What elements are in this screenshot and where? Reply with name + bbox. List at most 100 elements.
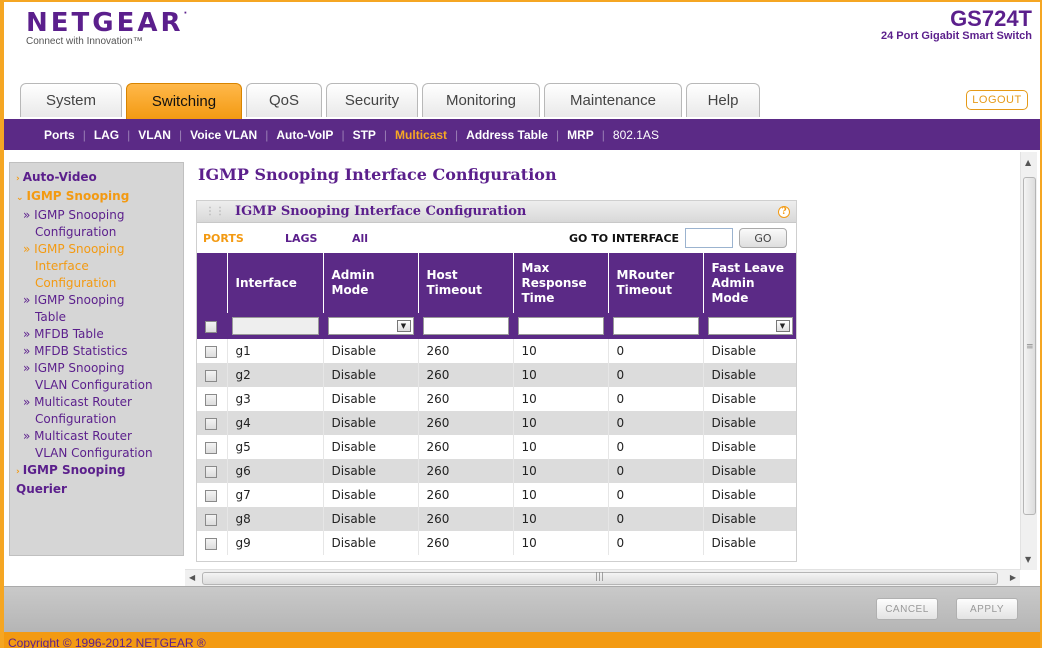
cell-fast-leave: Disable [703,483,796,507]
row-checkbox[interactable] [205,417,217,430]
chevron-down-icon: ▼ [396,320,411,332]
max-response-time-input[interactable] [517,317,604,335]
mrouter-timeout-input[interactable] [612,317,699,335]
fast-leave-admin-mode-column-header[interactable]: Fast Leave Admin Mode [703,253,796,313]
cell-mrouter-timeout: 0 [608,531,704,555]
cell-fast-leave: Disable [703,507,796,531]
admin-mode-select[interactable]: ▼ [327,317,414,335]
scroll-right-icon[interactable]: ▶ [1010,573,1016,582]
max-response-time-column-header[interactable]: Max Response Time [513,253,609,313]
host-timeout-input[interactable] [422,317,509,335]
host-timeout-column-header[interactable]: Host Timeout [418,253,514,313]
tab-qos[interactable]: QoS [246,83,322,117]
table-row[interactable]: g4 Disable 260 10 0 Disable [197,411,796,435]
tab-help[interactable]: Help [686,83,760,117]
table-row[interactable]: g3 Disable 260 10 0 Disable [197,387,796,411]
logout-button[interactable]: LOGOUT [966,90,1028,110]
cell-interface: g2 [227,363,324,387]
subnav-802-1as[interactable]: 802.1AS [613,128,659,142]
cell-mrouter-timeout: 0 [608,363,704,387]
sidebar-item-igmp-snooping-vlan-configuration[interactable]: » IGMP Snooping VLAN Configuration [16,360,183,394]
sidebar-item-mfdb-table[interactable]: » MFDB Table [16,326,183,343]
cancel-button[interactable]: CANCEL [876,598,938,620]
filter-lags-link[interactable]: LAGS [285,232,317,245]
fast-leave-admin-mode-select[interactable]: ▼ [707,317,793,335]
sidebar-item-igmp-snooping-table[interactable]: » IGMP Snooping Table [16,292,183,326]
cell-interface: g4 [227,411,324,435]
row-checkbox[interactable] [205,513,217,526]
table-row[interactable]: g9 Disable 260 10 0 Disable [197,531,796,555]
sidebar-item-igmp-snooping-interface-configuration[interactable]: » IGMP Snooping Interface Configuration [16,241,183,292]
admin-mode-column-header[interactable]: Admin Mode [323,253,419,313]
table-row[interactable]: g8 Disable 260 10 0 Disable [197,507,796,531]
goto-interface-input[interactable] [685,228,733,248]
row-checkbox[interactable] [205,345,217,358]
scroll-grip-icon: ≡ [1026,342,1034,352]
cell-host-timeout: 260 [418,507,514,531]
sidebar-item-igmp-snooping-querier[interactable]: › IGMP Snooping Querier [16,462,183,498]
tab-security[interactable]: Security [326,83,418,117]
filter-all-link[interactable]: All [352,232,368,245]
cell-max-response-time: 10 [513,483,609,507]
cell-max-response-time: 10 [513,435,609,459]
vertical-scrollbar[interactable]: ▲ ≡ ▼ [1020,152,1037,570]
subnav-vlan[interactable]: VLAN [138,128,171,142]
sidebar-item-multicast-router-configuration[interactable]: » Multicast Router Configuration [16,394,183,428]
tab-system[interactable]: System [20,83,122,117]
mrouter-timeout-column-header[interactable]: MRouter Timeout [608,253,704,313]
table-row[interactable]: g5 Disable 260 10 0 Disable [197,435,796,459]
select-all-checkbox[interactable] [205,320,217,333]
cell-host-timeout: 260 [418,363,514,387]
row-checkbox[interactable] [205,393,217,406]
subnav-ports[interactable]: Ports [44,128,75,142]
apply-button[interactable]: APPLY [956,598,1018,620]
table-row[interactable]: g6 Disable 260 10 0 Disable [197,459,796,483]
tab-monitoring[interactable]: Monitoring [422,83,540,117]
filter-ports-link[interactable]: PORTS [203,232,244,245]
scroll-down-icon[interactable]: ▼ [1025,555,1031,564]
action-bar: CANCEL APPLY [4,586,1040,632]
cell-admin-mode: Disable [323,387,419,411]
subnav-stp[interactable]: STP [353,128,376,142]
row-checkbox[interactable] [205,489,217,502]
copyright-footer: Copyright © 1996-2012 NETGEAR ® [4,632,1040,648]
subnav-auto-voip[interactable]: Auto-VoIP [276,128,333,142]
cell-fast-leave: Disable [703,387,796,411]
logo-wordmark: NETGEAR· [26,8,188,38]
row-checkbox[interactable] [205,441,217,454]
cell-interface: g5 [227,435,324,459]
interface-edit-field [231,317,319,335]
subnav-lag[interactable]: LAG [94,128,119,142]
table-row[interactable]: g7 Disable 260 10 0 Disable [197,483,796,507]
panel-title: IGMP Snooping Interface Configuration [235,204,527,219]
page-title: IGMP Snooping Interface Configuration [198,165,557,184]
table-row[interactable]: g1 Disable 260 10 0 Disable [197,339,796,363]
sidebar-item-auto-video[interactable]: › Auto-Video [16,169,183,188]
interface-column-header[interactable]: Interface [227,253,324,313]
cell-admin-mode: Disable [323,531,419,555]
go-button[interactable]: GO [739,228,787,248]
cell-interface: g7 [227,483,324,507]
chevron-down-icon: ▼ [775,320,790,332]
row-checkbox[interactable] [205,369,217,382]
sidebar-item-mfdb-statistics[interactable]: » MFDB Statistics [16,343,183,360]
subnav-mrp[interactable]: MRP [567,128,594,142]
row-checkbox[interactable] [205,537,217,550]
scroll-left-icon[interactable]: ◀ [189,573,195,582]
subnav-voice-vlan[interactable]: Voice VLAN [190,128,257,142]
panel-header: ⋮⋮ IGMP Snooping Interface Configuration… [197,201,796,223]
sub-navigation: Ports | LAG | VLAN | Voice VLAN | Auto-VoIP |… [4,119,1040,150]
table-row[interactable]: g2 Disable 260 10 0 Disable [197,363,796,387]
subnav-multicast[interactable]: Multicast [395,128,447,142]
sidebar-item-igmp-snooping[interactable]: ⌄ IGMP Snooping [16,188,183,207]
horizontal-scrollbar[interactable]: ◀ ||| ▶ [185,569,1020,586]
row-checkbox[interactable] [205,465,217,478]
scroll-up-icon[interactable]: ▲ [1025,158,1031,167]
sidebar-item-igmp-snooping-configuration[interactable]: » IGMP Snooping Configuration [16,207,183,241]
help-icon[interactable]: ? [778,206,790,218]
subnav-address-table[interactable]: Address Table [466,128,548,142]
tab-switching[interactable]: Switching [126,83,242,119]
device-model: GS724T 24 Port Gigabit Smart Switch [881,6,1032,42]
sidebar-item-multicast-router-vlan-configuration[interactable]: » Multicast Router VLAN Configuration [16,428,183,462]
tab-maintenance[interactable]: Maintenance [544,83,682,117]
